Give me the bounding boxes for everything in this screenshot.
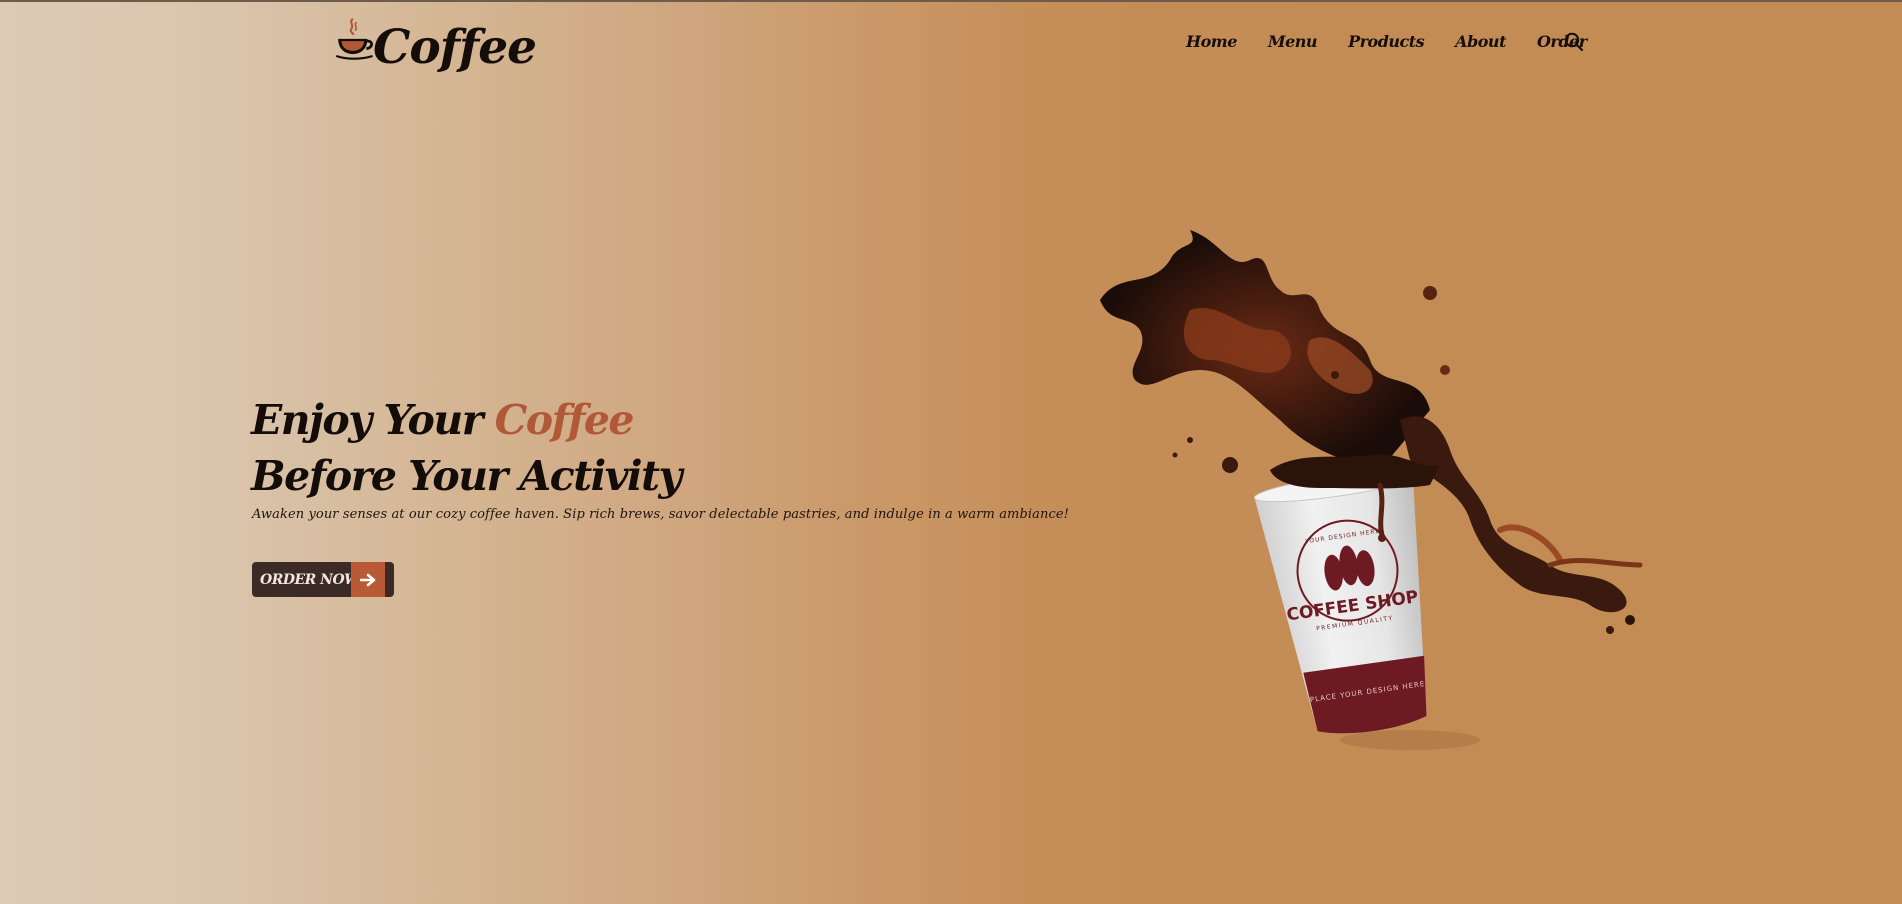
hero-title-line1: Enjoy Your xyxy=(251,396,495,444)
search-icon xyxy=(1564,32,1584,52)
hero-subtitle: Awaken your senses at our cozy coffee ha… xyxy=(252,507,1069,522)
brand-name: Coffee xyxy=(373,20,537,75)
hero-title-line2: Before Your Activity xyxy=(251,452,682,500)
nav-link-about[interactable]: About xyxy=(1455,32,1506,51)
coffee-cup-icon xyxy=(336,18,373,60)
nav-link-products[interactable]: Products xyxy=(1348,32,1425,51)
hero-title-accent: Coffee xyxy=(494,396,635,444)
nav-link-menu[interactable]: Menu xyxy=(1268,32,1318,51)
arrow-right-icon xyxy=(351,562,385,597)
order-now-button[interactable]: ORDER NOW xyxy=(252,562,394,597)
brand-logo[interactable]: Coffee xyxy=(336,0,537,84)
hero-title: Enjoy Your Coffee Before Your Activity xyxy=(251,392,682,504)
coffee-cup-splash-image: PLACE YOUR DESIGN HERE YOUR DESIGN HERE … xyxy=(1100,230,1643,750)
search-button[interactable] xyxy=(1563,31,1585,53)
top-border xyxy=(0,0,1902,2)
order-now-label: ORDER NOW xyxy=(260,571,360,588)
main-nav: Home Menu Products About Order xyxy=(1186,28,1618,54)
nav-link-home[interactable]: Home xyxy=(1186,32,1237,51)
